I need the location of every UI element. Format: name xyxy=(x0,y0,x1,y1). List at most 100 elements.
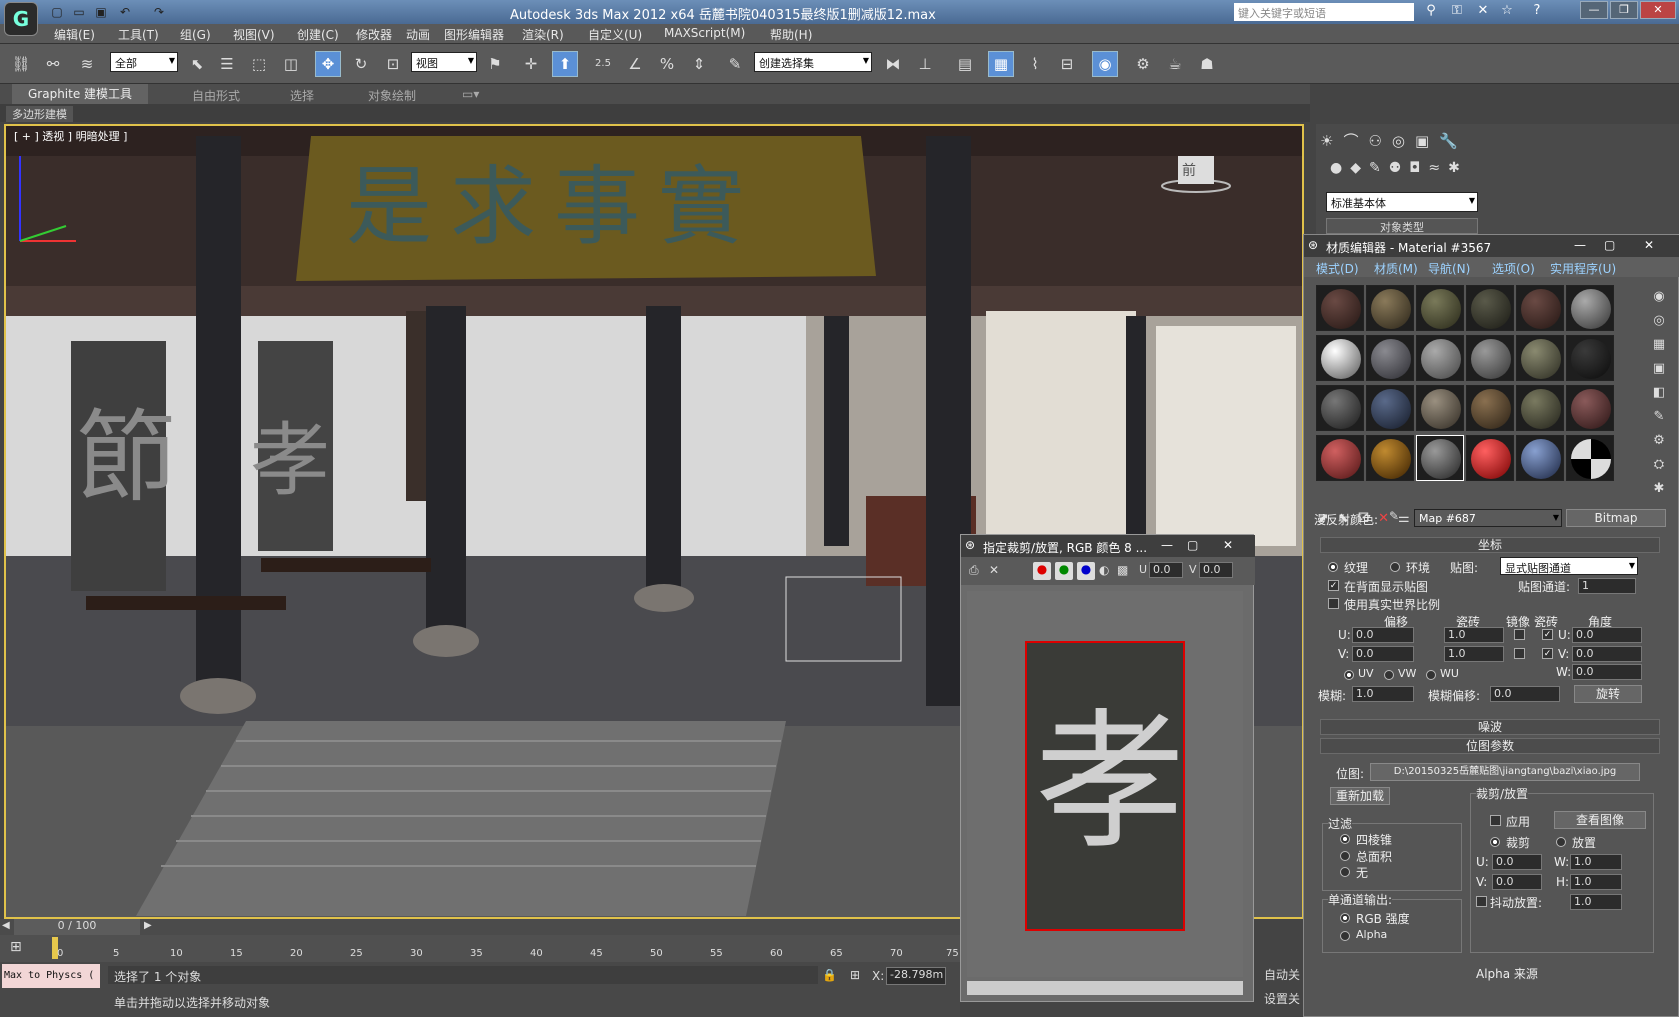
search-input[interactable]: 键入关键字或短语 xyxy=(1234,3,1414,21)
select-move-icon[interactable]: ✥ xyxy=(315,51,341,77)
redo-icon[interactable]: ↷ xyxy=(150,3,168,21)
mono-icon[interactable]: ▩ xyxy=(1117,563,1128,577)
reference-coord-dropdown[interactable]: 视图 xyxy=(411,52,477,72)
menu-edit[interactable]: 编辑(E) xyxy=(54,26,95,43)
mated-close-button[interactable]: ✕ xyxy=(1644,238,1654,252)
lock-selection-icon[interactable]: 🔒 xyxy=(822,968,837,982)
crop-u-spinner[interactable]: 0.0 xyxy=(1492,854,1542,870)
mated-menu-navigation[interactable]: 导航(N) xyxy=(1428,260,1470,277)
sample-slot[interactable] xyxy=(1366,285,1414,331)
select-scale-icon[interactable]: ⊡ xyxy=(380,51,406,77)
crop-dialog-close-button[interactable]: ✕ xyxy=(1223,538,1233,552)
sample-slot[interactable] xyxy=(1316,285,1364,331)
eyedropper-icon[interactable]: ✎ xyxy=(1389,509,1407,527)
crop-w-spinner[interactable]: 1.0 xyxy=(1570,854,1622,870)
maxscript-listener[interactable]: Max to Physcs ( xyxy=(2,964,100,988)
restore-button[interactable]: ❐ xyxy=(1610,1,1638,19)
mated-menu-utilities[interactable]: 实用程序(U) xyxy=(1550,260,1616,277)
pyramidal-radio[interactable] xyxy=(1340,834,1350,844)
crop-dialog-titlebar[interactable]: ⊛ 指定裁剪/放置, RGB 颜色 8 ... — ▢ ✕ xyxy=(961,535,1255,557)
track-bar[interactable]: ⊞ 0 5 10 15 20 25 30 35 40 45 50 55 60 6… xyxy=(0,935,960,962)
named-selection-dropdown[interactable]: 创建选择集 xyxy=(754,52,872,72)
v-tile-checkbox[interactable]: ✓ xyxy=(1542,648,1553,659)
sample-slot[interactable] xyxy=(1516,385,1564,431)
create-category-icons[interactable]: ●◆✎⚉◘≈✱ xyxy=(1330,160,1500,178)
crop-v-spinner[interactable]: 0.0 xyxy=(1492,874,1542,890)
alpha-channel-icon[interactable]: ◐ xyxy=(1099,563,1109,577)
apply-crop-checkbox[interactable] xyxy=(1490,815,1501,826)
place-radio[interactable] xyxy=(1556,837,1566,847)
render-production-icon[interactable]: ☗ xyxy=(1194,51,1220,77)
sample-slot[interactable] xyxy=(1516,285,1564,331)
crop-dialog-minimize-button[interactable]: — xyxy=(1161,538,1173,552)
menu-maxscript[interactable]: MAXScript(M) xyxy=(664,26,745,40)
summed-area-radio[interactable] xyxy=(1340,851,1350,861)
u-mirror-checkbox[interactable] xyxy=(1514,629,1525,640)
w-angle-spinner[interactable]: 0.0 xyxy=(1572,664,1642,680)
time-slider[interactable]: 0 / 100 ◀ ▶ xyxy=(0,919,960,935)
rect-selection-icon[interactable]: ⬚ xyxy=(246,51,272,77)
sample-slot[interactable] xyxy=(1366,385,1414,431)
tab-polygon-modeling[interactable]: 多边形建模 xyxy=(6,106,73,122)
blur-spinner[interactable]: 1.0 xyxy=(1352,686,1414,702)
menu-tools[interactable]: 工具(T) xyxy=(118,26,159,43)
sample-slot[interactable] xyxy=(1566,285,1614,331)
render-setup-icon[interactable]: ⚙ xyxy=(1130,51,1156,77)
reload-button[interactable]: 重新加载 xyxy=(1330,787,1390,805)
mated-side-toolbar[interactable]: ◉ ◎ ▦ ▣ ◧ ✎ ⚙ ⛭ ✱ xyxy=(1644,285,1674,496)
material-editor-titlebar[interactable]: ⊛ 材质编辑器 - Material #3567 — ▢ ✕ xyxy=(1304,235,1679,257)
sample-slot[interactable] xyxy=(1466,285,1514,331)
v-angle-spinner[interactable]: 0.0 xyxy=(1572,646,1642,662)
select-rotate-icon[interactable]: ↻ xyxy=(348,51,374,77)
manipulate-icon[interactable]: ✛ xyxy=(518,51,544,77)
uv-radio[interactable] xyxy=(1344,670,1354,680)
map-channel-spinner[interactable]: 1 xyxy=(1578,578,1636,594)
noise-rollup[interactable]: 噪波 xyxy=(1320,719,1660,735)
curve-editor-icon[interactable]: ⌇ xyxy=(1022,51,1048,77)
menu-group[interactable]: 组(G) xyxy=(180,26,211,43)
vw-radio[interactable] xyxy=(1384,670,1394,680)
minimize-button[interactable]: — xyxy=(1580,1,1608,19)
sample-slot[interactable] xyxy=(1566,435,1614,481)
u-tiling-spinner[interactable]: 1.0 xyxy=(1444,627,1504,643)
menu-graph-editors[interactable]: 图形编辑器 xyxy=(444,26,504,43)
blue-channel-icon[interactable]: ● xyxy=(1077,562,1095,580)
save-icon[interactable]: ▣ xyxy=(92,3,110,21)
snap-toggle-icon[interactable]: 2.5 xyxy=(590,51,616,77)
menu-create[interactable]: 创建(C) xyxy=(297,26,339,43)
real-world-scale-checkbox[interactable] xyxy=(1328,598,1339,609)
green-channel-icon[interactable]: ● xyxy=(1055,562,1073,580)
rendered-frame-icon[interactable]: ☕ xyxy=(1162,51,1188,77)
sample-slot[interactable] xyxy=(1416,285,1464,331)
ribbon-options-icon[interactable]: ▭▾ xyxy=(462,87,479,101)
key-icon[interactable]: ⚿ xyxy=(1446,3,1468,21)
undo-icon[interactable]: ↶ xyxy=(116,3,134,21)
crop-h-spinner[interactable]: 1.0 xyxy=(1570,874,1622,890)
wu-radio[interactable] xyxy=(1426,670,1436,680)
menu-modifiers[interactable]: 修改器 xyxy=(356,26,392,43)
crop-dialog-maximize-button[interactable]: ▢ xyxy=(1187,538,1198,552)
filter-none-radio[interactable] xyxy=(1340,867,1350,877)
tab-selection[interactable]: 选择 xyxy=(290,87,314,104)
selection-filter-dropdown[interactable]: 全部 xyxy=(110,52,178,72)
bitmap-path-button[interactable]: D:\20150325岳麓贴图\jiangtang\bazi\xiao.jpg xyxy=(1370,763,1640,781)
crop-dialog-scrollbar[interactable] xyxy=(967,981,1243,995)
x-coord-spinner[interactable]: -28.798m xyxy=(886,967,946,985)
binoculars-icon[interactable]: ⚲ xyxy=(1420,3,1442,21)
unlink-icon[interactable]: ⚯ xyxy=(40,51,66,77)
sample-slot[interactable] xyxy=(1366,435,1414,481)
viewport-label[interactable]: [ + ] 透视 ] 明暗处理 ] xyxy=(14,128,127,144)
sample-slot[interactable] xyxy=(1566,385,1614,431)
pivot-icon[interactable]: ⚑ xyxy=(482,51,508,77)
red-channel-icon[interactable]: ● xyxy=(1033,562,1051,580)
align-icon[interactable]: ⊥ xyxy=(912,51,938,77)
sample-slot[interactable] xyxy=(1516,435,1564,481)
command-panel-tabs[interactable]: ☀⌒⚇◎▣🔧 xyxy=(1320,130,1520,152)
absolute-mode-icon[interactable]: ⊞ xyxy=(850,968,860,982)
spinner-snap-icon[interactable]: ⇕ xyxy=(686,51,712,77)
sample-slot[interactable] xyxy=(1466,335,1514,381)
object-category-dropdown[interactable]: 标准基本体 xyxy=(1326,192,1478,212)
bitmap-params-rollup[interactable]: 位图参数 xyxy=(1320,738,1660,754)
open-file-icon[interactable]: ▭ xyxy=(70,3,88,21)
map-type-button[interactable]: Bitmap xyxy=(1566,509,1666,527)
